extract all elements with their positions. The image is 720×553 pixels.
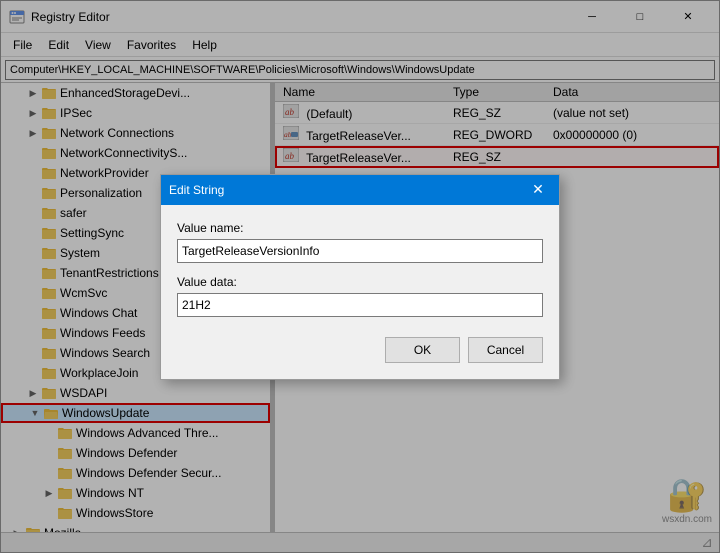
modal-buttons: OK Cancel (177, 337, 543, 363)
value-data-label: Value data: (177, 275, 543, 289)
modal-overlay: Edit String ✕ Value name: Value data: OK… (0, 0, 720, 553)
value-name-input[interactable] (177, 239, 543, 263)
edit-string-modal: Edit String ✕ Value name: Value data: OK… (160, 174, 560, 380)
modal-body: Value name: Value data: OK Cancel (161, 205, 559, 379)
modal-title-bar: Edit String ✕ (161, 175, 559, 205)
modal-close-button[interactable]: ✕ (525, 178, 551, 202)
value-data-input[interactable] (177, 293, 543, 317)
modal-cancel-button[interactable]: Cancel (468, 337, 543, 363)
modal-title: Edit String (169, 183, 525, 197)
value-name-label: Value name: (177, 221, 543, 235)
modal-ok-button[interactable]: OK (385, 337, 460, 363)
